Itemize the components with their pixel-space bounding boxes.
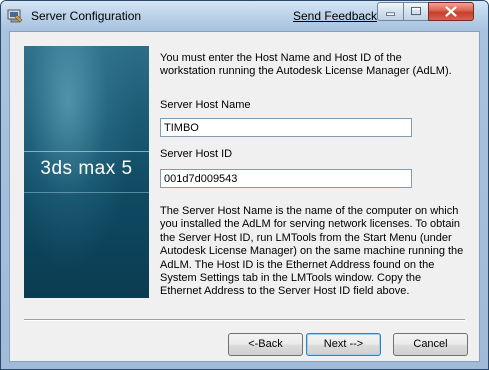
product-banner: 3ds max 5	[24, 46, 149, 298]
cancel-button[interactable]: Cancel	[393, 333, 468, 356]
server-host-name-field[interactable]	[160, 118, 412, 137]
product-name: 3ds max 5	[40, 158, 133, 179]
server-configuration-window: Server Configuration Send Feedback 3ds m…	[0, 0, 489, 370]
send-feedback-link[interactable]: Send Feedback	[293, 9, 377, 23]
minimize-icon	[386, 12, 395, 16]
window-title: Server Configuration	[31, 9, 142, 23]
button-divider	[24, 319, 465, 321]
maximize-button[interactable]	[403, 2, 429, 21]
minimize-button[interactable]	[377, 2, 404, 21]
banner-divider-bottom	[24, 192, 149, 193]
maximize-icon	[411, 7, 421, 16]
title-bar[interactable]: Server Configuration Send Feedback	[1, 1, 488, 31]
help-description: The Server Host Name is the name of the …	[160, 205, 464, 298]
next-button[interactable]: Next -->	[306, 333, 381, 356]
setup-app-icon	[7, 9, 23, 23]
close-button[interactable]	[428, 2, 474, 21]
intro-text: You must enter the Host Name and Host ID…	[160, 52, 452, 77]
server-host-name-label: Server Host Name	[160, 99, 251, 111]
banner-divider	[24, 151, 149, 152]
dialog-body: 3ds max 5 You must enter the Host Name a…	[9, 31, 480, 362]
back-button[interactable]: <-Back	[228, 333, 303, 356]
server-host-id-label: Server Host ID	[160, 148, 233, 160]
close-icon	[445, 6, 457, 17]
server-host-id-field[interactable]	[160, 169, 412, 188]
